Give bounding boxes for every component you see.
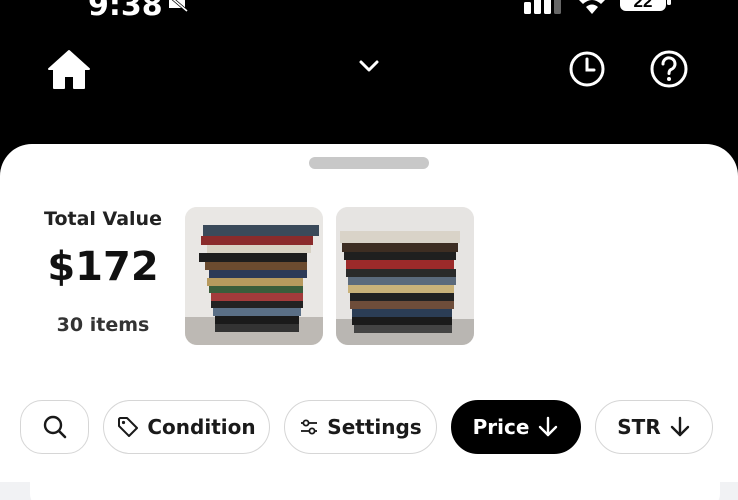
tag-icon: [117, 416, 139, 438]
settings-label: Settings: [327, 415, 422, 439]
search-button[interactable]: [20, 400, 89, 454]
battery-icon: 22: [620, 0, 672, 12]
inventory-sheet: Total Value $172 30 items Condition Sett…: [0, 144, 738, 500]
arrow-down-icon: [537, 416, 559, 438]
str-sort-button[interactable]: STR: [595, 400, 713, 454]
dropdown-toggle[interactable]: [354, 56, 384, 80]
price-sort-button[interactable]: Price: [451, 400, 581, 454]
list-item[interactable]: [30, 468, 720, 500]
arrow-down-icon: [669, 416, 691, 438]
item-count: 30 items: [56, 314, 150, 336]
chevron-down-icon: [354, 54, 384, 82]
help-icon: [648, 48, 690, 94]
condition-filter-button[interactable]: Condition: [103, 400, 270, 454]
sheet-drag-handle[interactable]: [309, 157, 429, 169]
settings-button[interactable]: Settings: [284, 400, 437, 454]
status-bar: 9:38 22: [0, 0, 738, 23]
search-icon: [42, 414, 68, 440]
dvd-stack-photo: [336, 207, 474, 345]
sliders-icon: [299, 417, 319, 437]
home-button[interactable]: [46, 50, 92, 94]
price-sort-label: Price: [472, 415, 530, 439]
signal-icon: [524, 0, 562, 14]
history-button[interactable]: [566, 50, 608, 92]
wifi-icon: [577, 0, 607, 14]
help-button[interactable]: [648, 50, 690, 92]
dvd-stack-photo: [185, 207, 323, 345]
str-sort-label: STR: [617, 415, 661, 439]
condition-filter-label: Condition: [147, 415, 256, 439]
status-time: 9:38: [88, 0, 163, 23]
battery-level: 22: [634, 0, 653, 11]
history-icon: [566, 48, 608, 94]
bell-off-icon: [164, 0, 190, 13]
total-value-label: Total Value: [44, 208, 162, 230]
item-photo-thumbnail[interactable]: [336, 207, 474, 345]
item-photo-thumbnail[interactable]: [185, 207, 323, 345]
home-icon: [46, 48, 92, 96]
total-value-amount: $172: [47, 244, 159, 290]
